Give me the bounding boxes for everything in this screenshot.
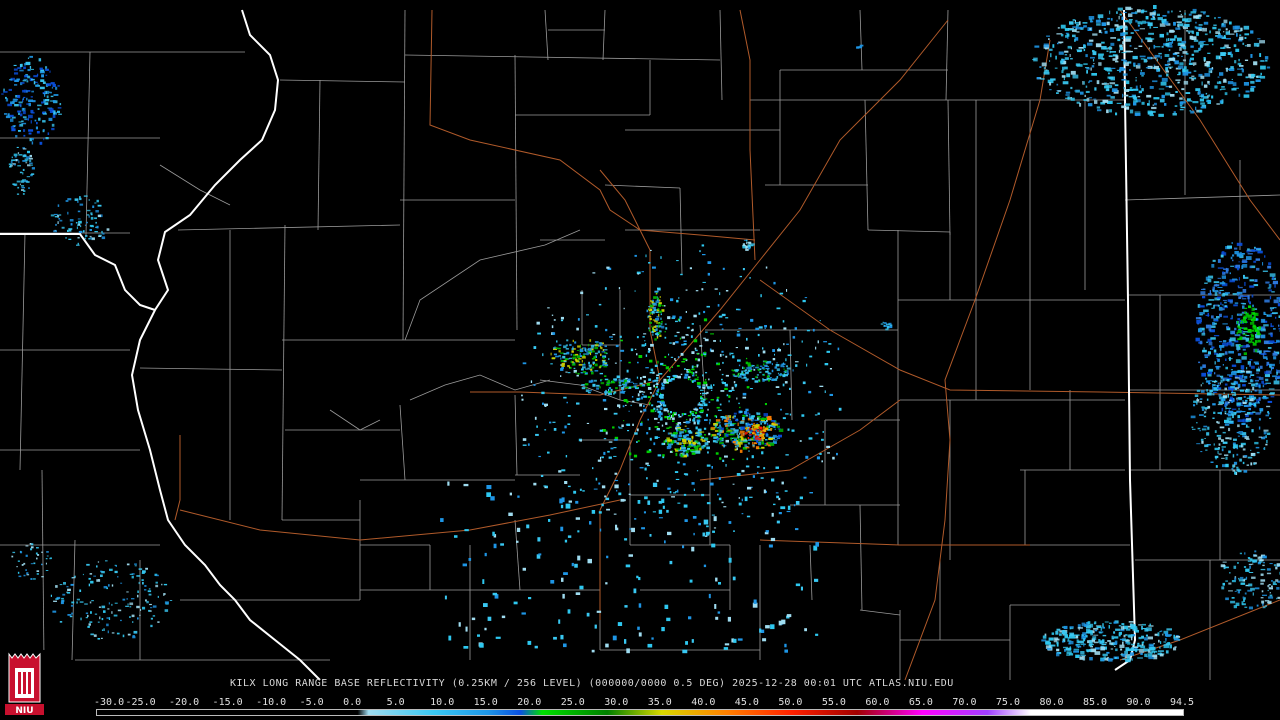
scale-label: 10.0 xyxy=(430,697,455,708)
scale-label: 65.0 xyxy=(908,697,933,708)
scale-label: 55.0 xyxy=(821,697,846,708)
scale-label: 70.0 xyxy=(952,697,977,708)
scale-label: 60.0 xyxy=(865,697,890,708)
scale-label: 80.0 xyxy=(1039,697,1064,708)
scale-label: 75.0 xyxy=(995,697,1020,708)
scale-label: 15.0 xyxy=(473,697,498,708)
scale-label: 85.0 xyxy=(1082,697,1108,708)
scale-label: -25.0 xyxy=(125,697,156,708)
scale-label: 94.5 xyxy=(1170,697,1195,708)
scale-label: 30.0 xyxy=(604,697,629,708)
reflectivity-scale-labels: -30.0 -25.0 -20.0 -15.0 -10.0 -5.0 0.0 5.0 10.0 1… xyxy=(94,697,1196,709)
scale-label: -5.0 xyxy=(299,697,324,708)
scale-label: 20.0 xyxy=(517,697,542,708)
scale-label: 5.0 xyxy=(386,697,405,708)
scale-label: 25.0 xyxy=(560,697,585,708)
reflectivity-colorbar xyxy=(96,709,1184,716)
product-title: KILX LONG RANGE BASE REFLECTIVITY (0.25K… xyxy=(230,678,954,689)
radar-map xyxy=(0,0,1280,720)
scale-label: 90.0 xyxy=(1126,697,1151,708)
scale-label: 50.0 xyxy=(778,697,803,708)
niu-logo: NIU xyxy=(3,650,46,716)
scale-label: 35.0 xyxy=(647,697,672,708)
scale-label: -20.0 xyxy=(169,697,200,708)
scale-label: -15.0 xyxy=(212,697,243,708)
scale-label: -30.0 xyxy=(94,697,125,708)
scale-label: -10.0 xyxy=(256,697,287,708)
scale-label: 45.0 xyxy=(734,697,759,708)
scale-label: 40.0 xyxy=(691,697,716,708)
logo-text: NIU xyxy=(15,706,33,716)
scale-label: 0.0 xyxy=(343,697,362,708)
